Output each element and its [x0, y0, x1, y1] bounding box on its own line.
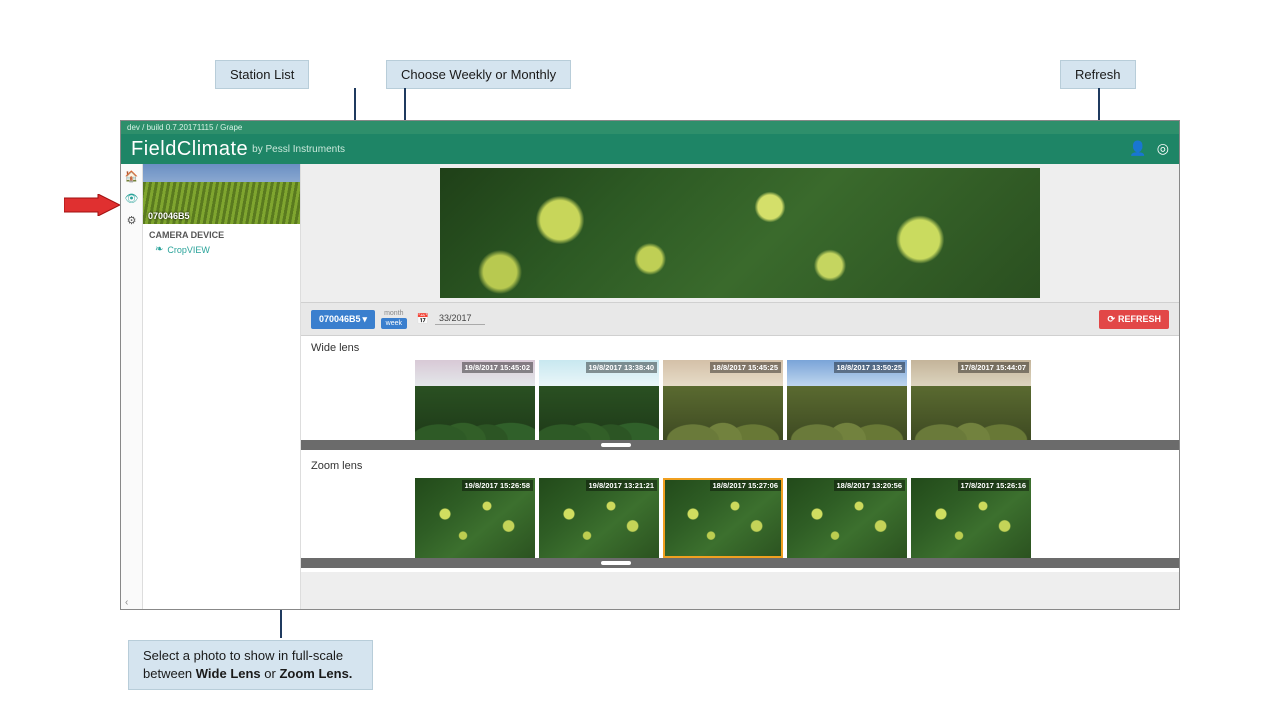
- week-value-input[interactable]: 33/2017: [435, 313, 485, 325]
- chevron-down-icon: ▾: [363, 314, 368, 325]
- toggle-week[interactable]: week: [381, 318, 406, 329]
- thumb-timestamp: 19/8/2017 15:26:58: [462, 480, 533, 491]
- station-thumbnail[interactable]: 070046B5: [143, 164, 300, 224]
- toolbar: 070046B5▾ month week 📅 33/2017 ⟳ REFRESH: [301, 302, 1179, 336]
- section-title-zoom: Zoom lens: [301, 454, 1179, 478]
- zoom-scrollbar[interactable]: [301, 558, 1179, 568]
- refresh-icon: ⟳: [1107, 314, 1115, 325]
- wide-thumb[interactable]: 17/8/2017 15:44:07: [911, 360, 1031, 440]
- wide-lens-strip: 19/8/2017 15:45:02 19/8/2017 13:38:40 18/8…: [301, 360, 1179, 440]
- eye-icon[interactable]: 👁: [124, 190, 140, 206]
- toggle-month[interactable]: month: [381, 309, 406, 318]
- leaf-icon: ❧: [155, 244, 163, 255]
- hero-image: [440, 168, 1040, 298]
- station-dropdown[interactable]: 070046B5▾: [311, 310, 375, 329]
- zoom-lens-strip: 19/8/2017 15:26:58 19/8/2017 13:21:21 18/8…: [301, 478, 1179, 558]
- main-content: 070046B5▾ month week 📅 33/2017 ⟳ REFRESH…: [301, 164, 1179, 610]
- wide-thumb[interactable]: 18/8/2017 15:45:25: [663, 360, 783, 440]
- zoom-thumb[interactable]: 18/8/2017 15:27:06: [663, 478, 783, 558]
- annotation-select-photo: Select a photo to show in full-scale bet…: [128, 640, 373, 690]
- zoom-thumb[interactable]: 17/8/2017 15:26:16: [911, 478, 1031, 558]
- thumb-timestamp: 19/8/2017 15:45:02: [462, 362, 533, 373]
- sidebar-section-title: CAMERA DEVICE: [149, 230, 294, 240]
- wide-thumb[interactable]: 19/8/2017 13:38:40: [539, 360, 659, 440]
- refresh-button[interactable]: ⟳ REFRESH: [1099, 310, 1169, 329]
- thumb-timestamp: 19/8/2017 13:38:40: [586, 362, 657, 373]
- broadcast-icon[interactable]: ◎: [1157, 140, 1169, 157]
- sidebar-item-cropview[interactable]: ❧ CropVIEW: [149, 244, 294, 255]
- logo-text: FieldClimate: [131, 138, 248, 161]
- home-icon[interactable]: 🏠: [124, 168, 140, 184]
- zoom-thumb[interactable]: 18/8/2017 13:20:56: [787, 478, 907, 558]
- zoom-thumb[interactable]: 19/8/2017 13:21:21: [539, 478, 659, 558]
- red-arrow-indicator: [64, 194, 120, 216]
- section-title-wide: Wide lens: [301, 336, 1179, 360]
- wide-thumb[interactable]: 18/8/2017 13:50:25: [787, 360, 907, 440]
- sidebar: 070046B5 CAMERA DEVICE ❧ CropVIEW: [143, 164, 301, 610]
- collapse-sidebar-button[interactable]: ‹: [125, 597, 128, 608]
- zoom-thumb[interactable]: 19/8/2017 15:26:58: [415, 478, 535, 558]
- wide-scrollbar[interactable]: [301, 440, 1179, 450]
- annotation-refresh: Refresh: [1060, 60, 1136, 89]
- thumb-timestamp: 17/8/2017 15:44:07: [958, 362, 1029, 373]
- calendar-icon[interactable]: 📅: [417, 314, 429, 325]
- user-icon[interactable]: 👤: [1129, 140, 1146, 157]
- station-id-label: 070046B5: [148, 211, 190, 221]
- breadcrumb: dev / build 0.7.20171115 / Grape: [121, 121, 1179, 134]
- thumb-timestamp: 18/8/2017 15:27:06: [710, 480, 781, 491]
- logo-subtitle: by Pessl Instruments: [252, 144, 345, 155]
- thumb-timestamp: 19/8/2017 13:21:21: [586, 480, 657, 491]
- wide-thumb[interactable]: 19/8/2017 15:45:02: [415, 360, 535, 440]
- thumb-timestamp: 18/8/2017 13:50:25: [834, 362, 905, 373]
- annotation-choose-period: Choose Weekly or Monthly: [386, 60, 571, 89]
- annotation-station-list: Station List: [215, 60, 309, 89]
- thumb-timestamp: 18/8/2017 13:20:56: [834, 480, 905, 491]
- sidebar-item-label: CropVIEW: [167, 245, 210, 255]
- period-toggle[interactable]: month week: [381, 309, 406, 329]
- thumb-timestamp: 17/8/2017 15:26:16: [958, 480, 1029, 491]
- thumb-timestamp: 18/8/2017 15:45:25: [710, 362, 781, 373]
- left-nav: 🏠 👁 ⚙ ‹: [121, 164, 143, 610]
- header-bar: FieldClimate by Pessl Instruments 👤 ◎: [121, 134, 1179, 164]
- app-window: dev / build 0.7.20171115 / Grape FieldCl…: [120, 120, 1180, 610]
- gear-icon[interactable]: ⚙: [124, 212, 140, 228]
